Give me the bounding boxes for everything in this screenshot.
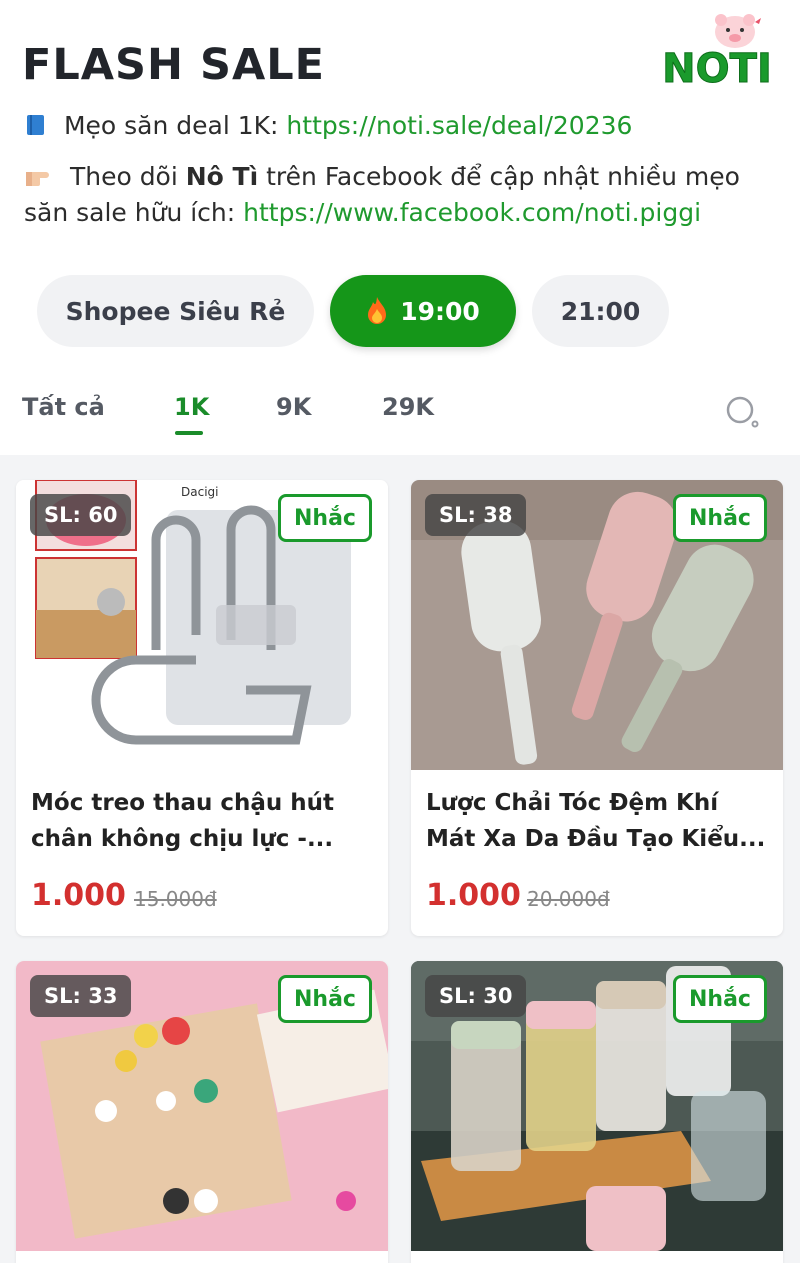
product-card[interactable]: Dacigi SL: 60 Nhắc Móc treo thau chậu hú…	[16, 480, 388, 936]
tab-all[interactable]: Tất cả	[22, 393, 105, 421]
pointing-hand-icon	[24, 162, 70, 191]
remind-button[interactable]: Nhắc	[278, 494, 372, 542]
active-tab-indicator	[175, 431, 203, 435]
tab-9k[interactable]: 9K	[276, 393, 311, 421]
facebook-link[interactable]: https://www.facebook.com/noti.piggi	[243, 198, 701, 227]
product-price: 1.000	[426, 878, 521, 913]
svg-text:NOTI: NOTI	[662, 46, 772, 90]
filter-tabs: Tất cả 1K 9K 29K	[0, 385, 800, 445]
product-card[interactable]: SL: 33 Nhắc	[16, 961, 388, 1263]
stock-badge: SL: 38	[425, 494, 527, 536]
deal-link[interactable]: https://noti.sale/deal/20236	[286, 111, 632, 140]
product-card[interactable]: SL: 30 Nhắc	[411, 961, 783, 1263]
deal-tip: Mẹo săn deal 1K: https://noti.sale/deal/…	[24, 108, 632, 144]
product-card[interactable]: SL: 38 Nhắc Lược Chải Tóc Đệm Khí Mát Xa…	[411, 480, 783, 936]
svg-text:Dacigi: Dacigi	[181, 485, 218, 499]
page-header: FLASH SALE NOTI Mẹo săn deal 1K: https:/…	[0, 0, 800, 455]
fire-icon	[368, 297, 387, 324]
book-icon	[24, 111, 64, 140]
tab-29k[interactable]: 29K	[382, 393, 434, 421]
product-name[interactable]: Lược Chải Tóc Đệm Khí Mát Xa Da Đầu Tạo …	[426, 785, 768, 857]
session-21-00[interactable]: 21:00	[532, 275, 669, 347]
remind-button[interactable]: Nhắc	[673, 494, 767, 542]
session-shopee-sieu-re[interactable]: Shopee Siêu Rẻ	[37, 275, 314, 347]
stock-badge: SL: 60	[30, 494, 132, 536]
product-name[interactable]: Móc treo thau chậu hút chân không chịu l…	[31, 785, 373, 857]
noti-logo[interactable]: NOTI	[655, 10, 780, 90]
tab-1k[interactable]: 1K	[174, 393, 209, 421]
remind-button[interactable]: Nhắc	[278, 975, 372, 1023]
search-icon[interactable]	[724, 394, 760, 430]
product-old-price: 15.000đ	[134, 887, 217, 911]
product-old-price: 20.000đ	[527, 887, 610, 911]
remind-button[interactable]: Nhắc	[673, 975, 767, 1023]
session-19-00[interactable]: 19:00	[330, 275, 516, 347]
stock-badge: SL: 30	[425, 975, 527, 1017]
brand-name: Nô Tì	[185, 162, 259, 191]
stock-badge: SL: 33	[30, 975, 132, 1017]
product-price: 1.000	[31, 878, 126, 913]
page-title: FLASH SALE	[22, 40, 326, 90]
follow-tip: Theo dõi Nô Tì trên Facebook để cập nhật…	[24, 162, 740, 227]
